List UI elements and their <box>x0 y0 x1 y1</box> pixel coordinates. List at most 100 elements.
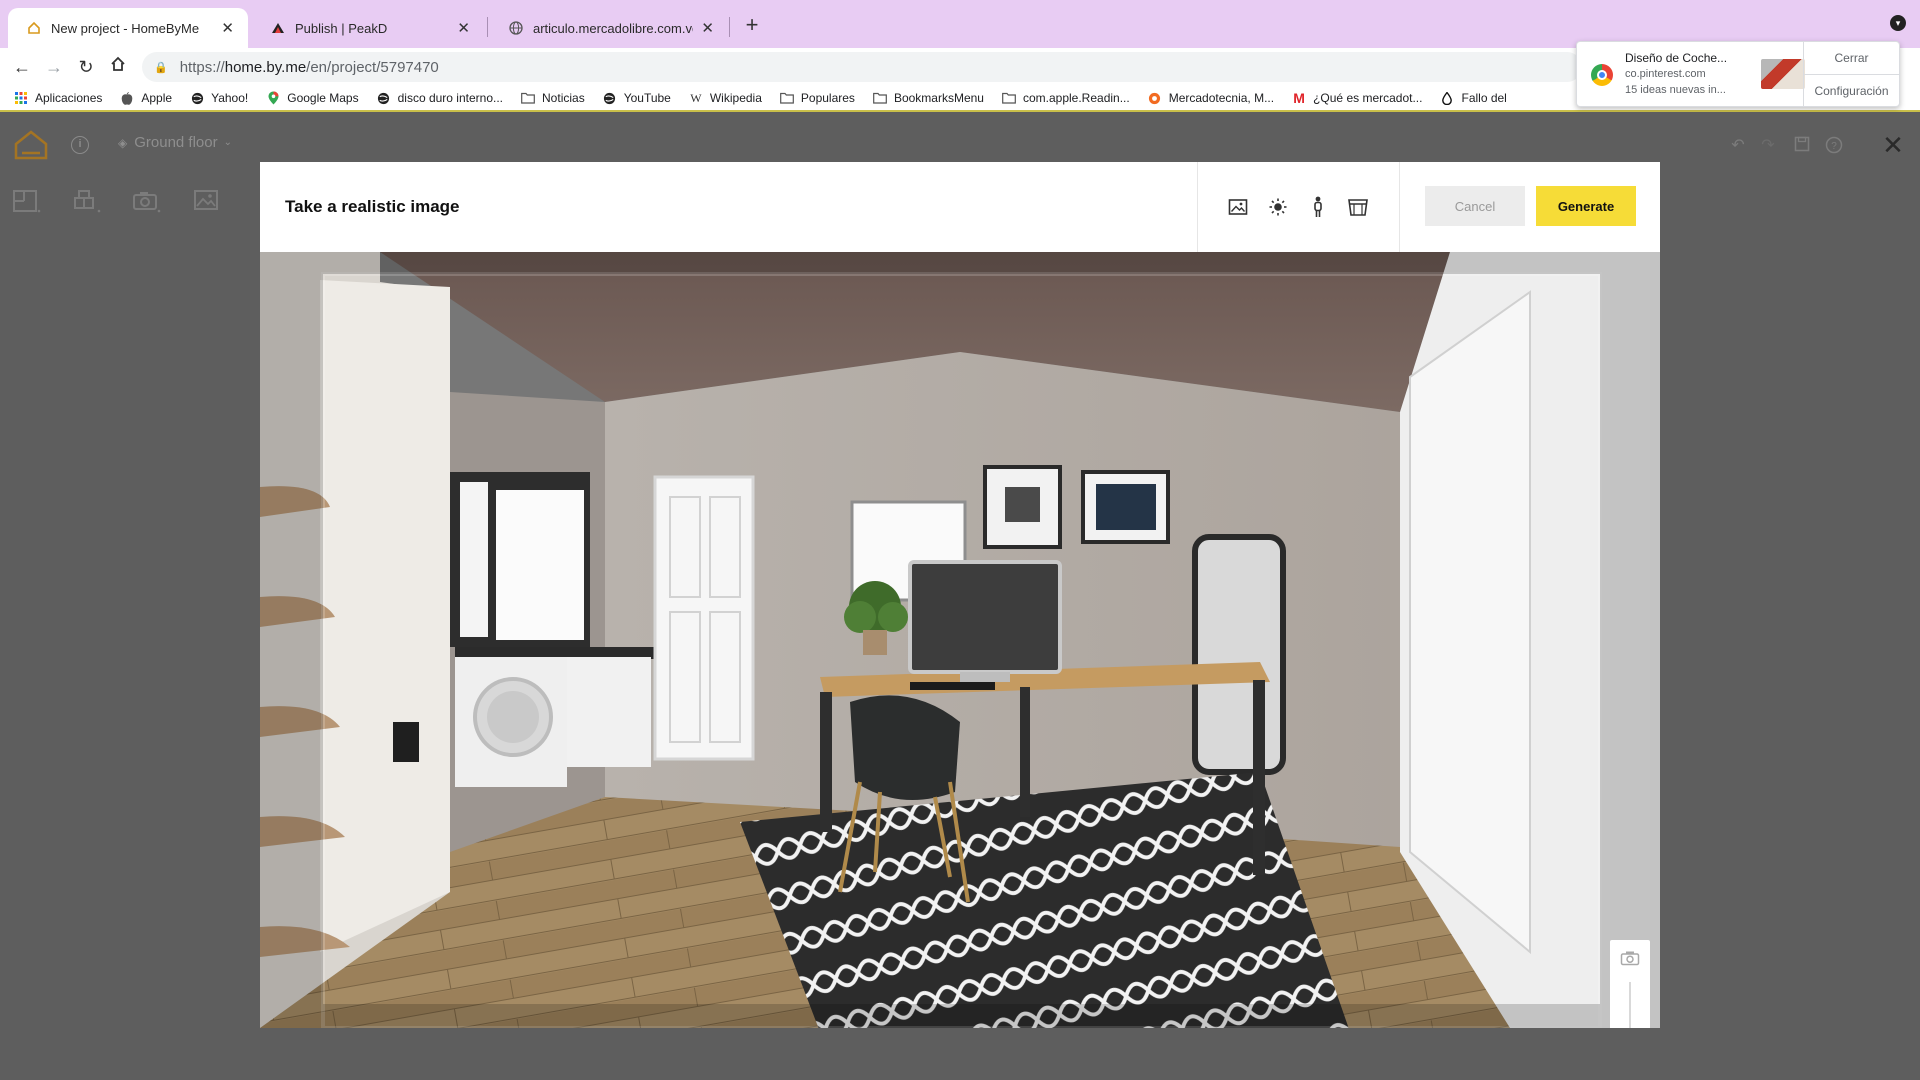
bookmark-disco-duro[interactable]: disco duro interno... <box>377 91 503 105</box>
room-render <box>260 252 1660 1028</box>
camera-icon[interactable] <box>1620 950 1640 968</box>
bookmark-label: Yahoo! <box>211 91 249 105</box>
address-bar[interactable]: 🔒 https://home.by.me/en/project/5797470 <box>142 52 1582 82</box>
globe-icon <box>377 91 391 105</box>
apple-icon <box>120 91 134 105</box>
lock-icon: 🔒 <box>154 61 168 74</box>
save-icon[interactable] <box>1792 136 1812 156</box>
chrome-notification[interactable]: Diseño de Coche... co.pinterest.com 15 i… <box>1576 41 1900 107</box>
header-divider <box>1197 162 1198 252</box>
person-icon[interactable] <box>1304 194 1332 220</box>
url-host: home.by.me <box>224 58 307 76</box>
notification-body: 15 ideas nuevas in... <box>1625 84 1726 96</box>
close-tab-icon[interactable]: ✕ <box>221 19 234 37</box>
globe-icon <box>603 91 617 105</box>
drop-icon <box>1440 91 1454 105</box>
notification-close-button[interactable]: Cerrar <box>1804 42 1899 74</box>
tab-mercadolibre[interactable]: articulo.mercadolibre.com.ve ✕ <box>490 8 728 48</box>
wikipedia-icon: W <box>690 90 702 105</box>
bookmark-mercadotecnia[interactable]: Mercadotecnia, M... <box>1148 91 1274 105</box>
tab-title: articulo.mercadolibre.com.ve <box>533 20 694 36</box>
globe-icon <box>190 91 204 105</box>
bookmark-bookmarksmenu[interactable]: BookmarksMenu <box>873 91 984 105</box>
floor-selector[interactable]: ◈ Ground floor ⌄ <box>118 134 232 151</box>
zoom-slider-track[interactable] <box>1629 982 1631 1028</box>
bookmark-aplicaciones[interactable]: Aplicaciones <box>14 91 102 105</box>
bookmark-label: Google Maps <box>287 91 359 105</box>
notification-settings-button[interactable]: Configuración <box>1804 74 1899 106</box>
tab-search-icon[interactable]: ▾ <box>1890 15 1906 31</box>
tab-homebyme[interactable]: New project - HomeByMe ✕ <box>8 8 248 48</box>
apps-grid-icon <box>14 91 28 105</box>
bookmark-label: Mercadotecnia, M... <box>1168 91 1275 105</box>
svg-text:?: ? <box>1831 141 1837 152</box>
tab-peakd[interactable]: Publish | PeakD ✕ <box>252 8 484 48</box>
camera-icon[interactable] <box>130 188 164 218</box>
folder-icon <box>873 91 887 105</box>
notification-actions: Cerrar Configuración <box>1803 42 1899 106</box>
bookmark-label: ¿Qué es mercadot... <box>1313 91 1423 105</box>
forward-button[interactable]: → <box>42 55 66 79</box>
bookmark-label: disco duro interno... <box>397 91 504 105</box>
close-tab-icon[interactable]: ✕ <box>457 19 470 37</box>
chevron-down-icon: ⌄ <box>223 137 233 148</box>
orange-circle-icon <box>1148 91 1162 105</box>
home-button[interactable] <box>106 55 130 79</box>
bookmark-apple-reading[interactable]: com.apple.Readin... <box>1002 91 1130 105</box>
close-tab-icon[interactable]: ✕ <box>701 19 714 37</box>
generate-button[interactable]: Generate <box>1536 186 1636 226</box>
bookmark-label: Apple <box>141 91 173 105</box>
bookmark-noticias[interactable]: Noticias <box>521 91 585 105</box>
scene-icon[interactable] <box>1344 194 1372 220</box>
m-logo-icon: M <box>1293 90 1305 106</box>
tab-title: Publish | PeakD <box>295 20 388 36</box>
sun-icon[interactable] <box>1264 194 1292 220</box>
folder-icon <box>779 91 794 105</box>
layers-icon: ◈ <box>118 135 128 150</box>
bookmark-label: BookmarksMenu <box>893 91 984 105</box>
bookmark-label: Noticias <box>542 91 585 105</box>
cancel-button[interactable]: Cancel <box>1425 186 1525 226</box>
help-icon[interactable]: ? <box>1824 136 1844 156</box>
undo-icon[interactable]: ↶ <box>1728 136 1748 156</box>
homebyme-logo-icon[interactable] <box>14 130 48 160</box>
reload-button[interactable]: ↻ <box>74 55 98 79</box>
bookmark-fallo[interactable]: Fallo del <box>1440 91 1507 105</box>
bookmark-youtube[interactable]: YouTube <box>603 91 671 105</box>
realistic-image-dialog: Take a realistic image Cancel Generate <box>260 162 1660 1028</box>
dialog-title: Take a realistic image <box>285 197 460 216</box>
bookmark-label: YouTube <box>623 91 671 105</box>
bookmark-apple[interactable]: Apple <box>120 91 172 105</box>
chrome-logo-icon <box>1591 64 1613 86</box>
image-format-icon[interactable] <box>1224 194 1252 220</box>
folder-icon <box>1002 91 1016 105</box>
bookmark-label: com.apple.Readin... <box>1022 91 1130 105</box>
app-toolbar <box>0 178 270 228</box>
gallery-icon[interactable] <box>190 188 224 218</box>
tab-separator <box>729 17 730 37</box>
map-pin-icon <box>266 91 280 105</box>
folder-icon <box>521 91 535 105</box>
bookmark-google-maps[interactable]: Google Maps <box>266 91 359 105</box>
info-icon[interactable]: i <box>71 136 89 154</box>
close-app-icon[interactable]: ✕ <box>1880 132 1906 158</box>
new-tab-button[interactable]: + <box>738 12 766 40</box>
furniture-icon[interactable] <box>70 188 104 218</box>
home-icon <box>111 56 125 71</box>
floorplan-icon[interactable] <box>10 188 44 218</box>
bookmark-label: Wikipedia <box>709 91 762 105</box>
bookmark-label: Fallo del <box>1461 91 1507 105</box>
redo-icon[interactable]: ↷ <box>1758 136 1778 156</box>
bookmark-wikipedia[interactable]: W Wikipedia <box>689 90 762 106</box>
bookmark-populares[interactable]: Populares <box>779 91 855 105</box>
floor-label: Ground floor <box>134 134 218 151</box>
notification-text: Diseño de Coche... co.pinterest.com 15 i… <box>1625 42 1749 106</box>
notification-thumbnail <box>1761 59 1805 89</box>
bookmark-yahoo[interactable]: Yahoo! <box>190 91 248 105</box>
back-button[interactable]: ← <box>10 55 34 79</box>
bookmark-que-es-mercadotecnia[interactable]: M ¿Qué es mercadot... <box>1292 90 1423 106</box>
url-path: /en/project/5797470 <box>306 58 439 76</box>
homebyme-icon <box>26 20 42 36</box>
3d-viewport[interactable] <box>260 252 1660 1028</box>
header-divider <box>1399 162 1400 252</box>
